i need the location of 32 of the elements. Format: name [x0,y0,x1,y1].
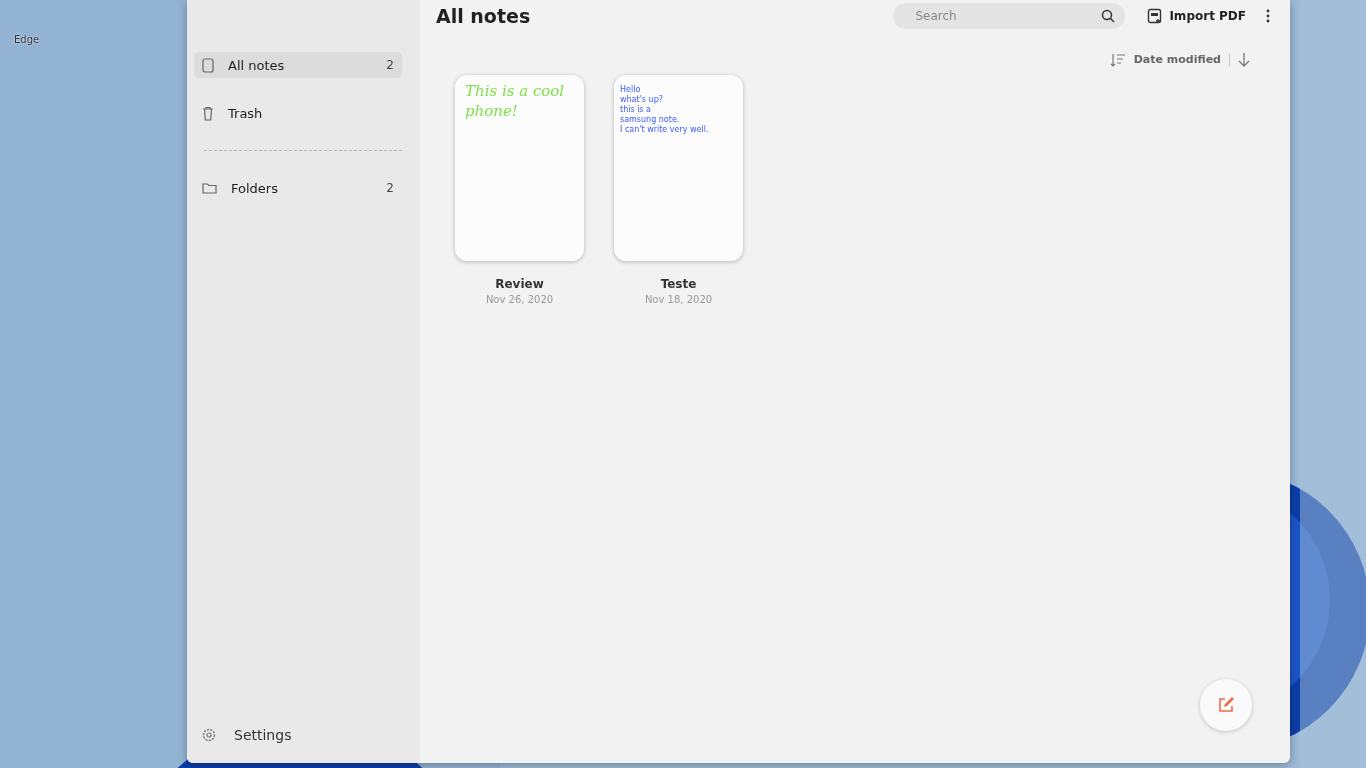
note-icon [202,57,214,73]
settings-icon[interactable] [202,728,216,742]
note-title: Review [495,277,544,291]
new-note-button[interactable] [1200,679,1252,731]
handwritten-text: This is a cool phone! [465,81,566,121]
sidebar-item[interactable]: Trash [194,100,402,126]
more-options-icon[interactable] [1266,9,1270,23]
search-icon[interactable] [1101,9,1116,23]
note-date: Nov 18, 2020 [644,294,713,305]
settings-label[interactable]: Settings [234,727,292,743]
sort-icon[interactable] [1109,52,1126,67]
note-thumbnail[interactable]: Hello what's up? this is a samsung note. I can't write very well. [614,75,743,261]
note-text: Hello what's up? this is a samsung note. I can't write very well. [620,84,710,135]
note-date: Nov 26, 2020 [485,294,554,305]
search-field[interactable]: Search [893,3,1126,29]
arrow-down-icon[interactable] [1238,52,1250,67]
folder-icon [202,182,217,194]
edit-icon [1217,696,1235,714]
sidebar-label: Folders [231,180,279,196]
sidebar-label: All notes [228,57,286,73]
item-count: 2 [386,58,394,72]
sidebar-item[interactable]: Folders 2 [194,175,402,201]
sidebar-label: Trash [228,105,264,121]
page-title: All notes [436,5,532,27]
sidebar-item[interactable]: All notes 2 [194,52,402,78]
item-count: 2 [386,181,394,195]
trash-icon [202,105,214,121]
note-title: Teste [660,277,697,291]
desktop-icon-label[interactable]: Edge [14,34,40,45]
sort-label[interactable]: Date modified [1133,53,1221,66]
document-icon [1147,8,1164,24]
import-pdf-button[interactable]: Import PDF [1147,8,1246,24]
